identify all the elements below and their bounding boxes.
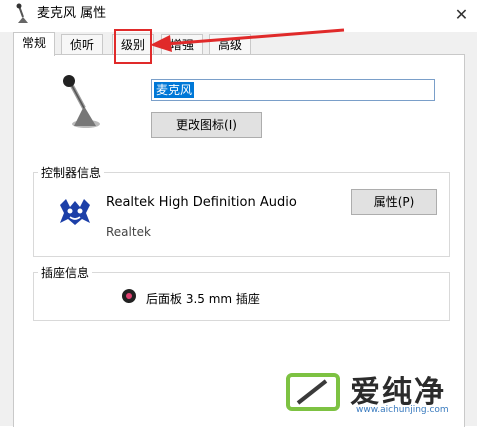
jack-description: 后面板 3.5 mm 插座: [146, 292, 260, 306]
controller-properties-button[interactable]: 属性(P): [351, 189, 437, 215]
microphone-title-icon: [16, 3, 28, 23]
device-name-input[interactable]: 麦克风: [151, 79, 435, 101]
realtek-logo-icon: [60, 199, 90, 225]
tab-general[interactable]: 常规: [13, 32, 56, 56]
device-name-value: 麦克风: [154, 82, 195, 98]
microphone-icon: [63, 75, 100, 128]
change-icon-button[interactable]: 更改图标(I): [151, 112, 262, 138]
watermark-logo-icon: [286, 373, 340, 411]
properties-window: 麦克风 属性 ✕ 常规 侦听 级别 增强 高级 麦克风 更改图标(I) 控制器信…: [0, 0, 477, 427]
jack-info-label: 插座信息: [38, 264, 93, 281]
controller-vendor: Realtek: [106, 225, 151, 239]
tab-listen[interactable]: 侦听: [61, 34, 104, 55]
controller-device-name: Realtek High Definition Audio: [106, 195, 297, 210]
controller-info-label: 控制器信息: [38, 164, 105, 181]
watermark: 爱纯净 www.aichunjing.com: [276, 355, 476, 425]
annotation-highlight-box: [114, 29, 152, 64]
window-title: 麦克风 属性: [37, 6, 107, 21]
close-button[interactable]: ✕: [446, 0, 477, 28]
annotation-arrow-icon: [150, 28, 345, 52]
watermark-url: www.aichunjing.com: [356, 405, 449, 415]
close-icon: ✕: [454, 4, 469, 24]
jack-icon: [122, 289, 136, 303]
